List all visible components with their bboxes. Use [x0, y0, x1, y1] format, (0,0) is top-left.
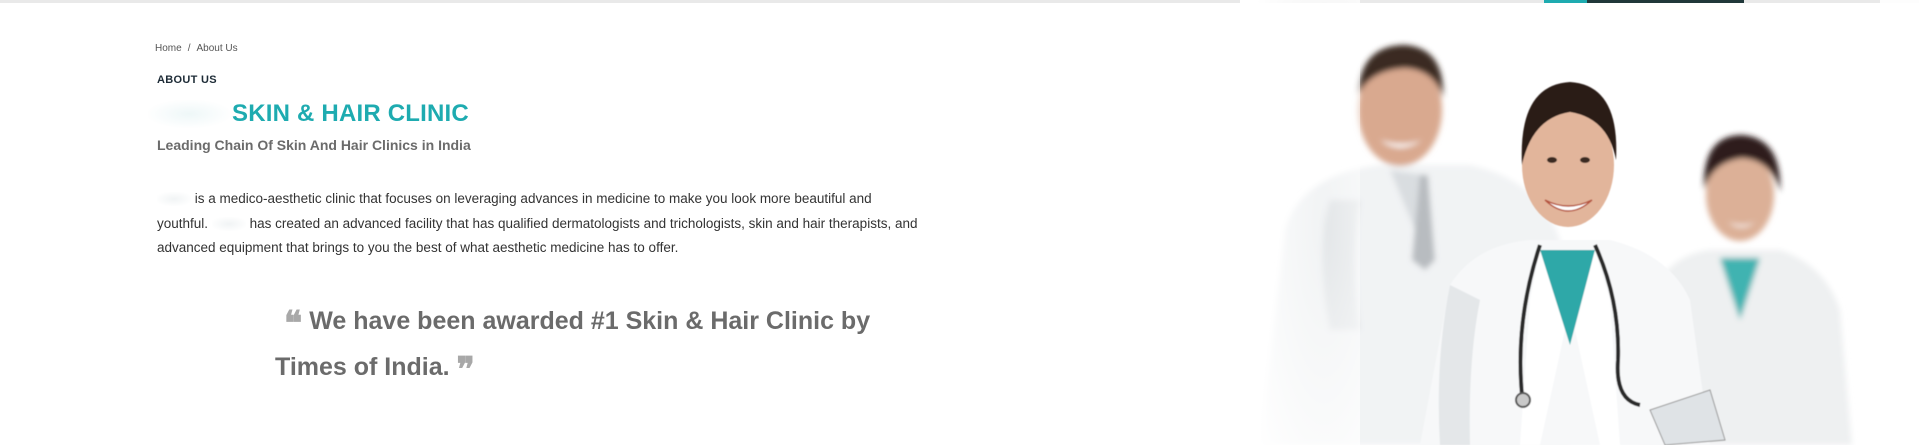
page-title-text: SKIN & HAIR CLINIC: [232, 100, 469, 127]
about-paragraph: is a medico-aesthetic clinic that focuse…: [157, 187, 957, 261]
redacted-brand-name: [148, 100, 230, 128]
paragraph-line-2a: youthful.: [157, 215, 209, 231]
paragraph-line-2b: has created an advanced facility that ha…: [249, 215, 918, 231]
quote-line-1: We have been awarded #1 Skin & Hair Clin…: [309, 307, 871, 335]
paragraph-line-1: is a medico-aesthetic clinic that focuse…: [194, 191, 872, 206]
breadcrumb-current: About Us: [196, 43, 238, 54]
breadcrumb-home-link[interactable]: Home: [155, 43, 182, 54]
close-quote-icon: ❞: [456, 350, 475, 390]
breadcrumb: Home / About Us: [155, 43, 238, 54]
doctors-team-image: [1240, 0, 1919, 445]
section-label: ABOUT US: [157, 74, 217, 86]
redacted-brand-name: [157, 192, 191, 207]
page-subtitle: Leading Chain Of Skin And Hair Clinics i…: [157, 137, 471, 153]
redacted-brand-name: [211, 216, 246, 231]
quote-line-2: Times of India.: [275, 353, 450, 381]
paragraph-line-3: advanced equipment that brings to you th…: [157, 240, 679, 255]
open-quote-icon: ❝: [284, 304, 303, 344]
page-title: SKIN & HAIR CLINIC: [148, 97, 469, 131]
award-quote: ❝ We have been awarded #1 Skin & Hair Cl…: [275, 300, 875, 392]
breadcrumb-separator: /: [187, 43, 191, 54]
